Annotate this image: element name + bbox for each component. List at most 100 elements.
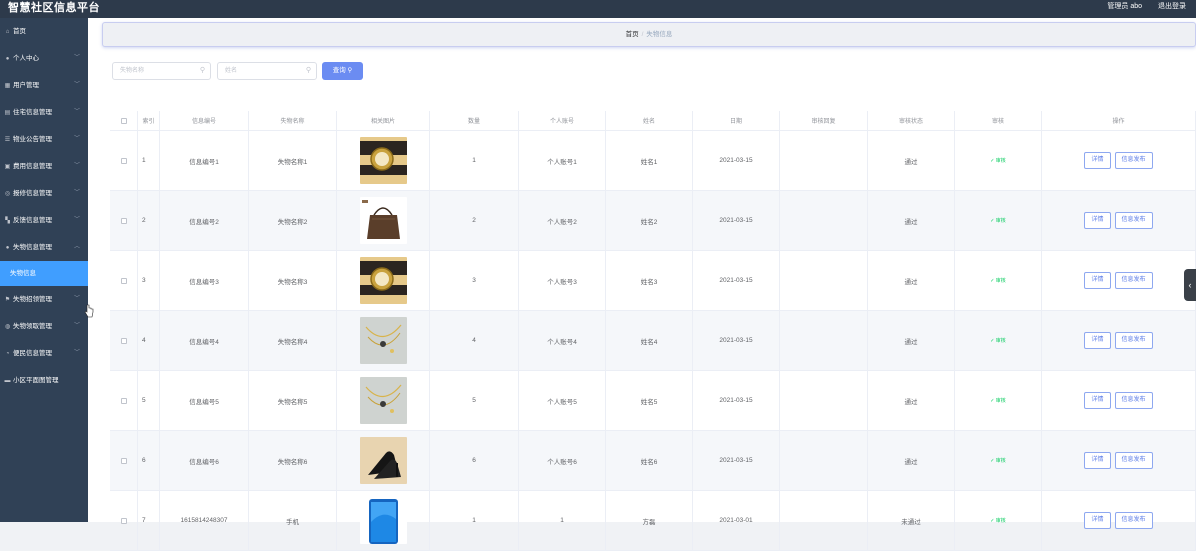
audit-link[interactable]: ✓ 审核: [990, 397, 1006, 404]
checkbox-cell[interactable]: [110, 251, 138, 310]
sidebar-item-3[interactable]: ▤ 住宅信息管理 ﹀: [0, 99, 88, 126]
users-icon: ▦: [4, 83, 11, 89]
table-row: 2 信息编号2 失物名称2 2 个人账号2 姓名2 2021-03-15 通过 ✓ 审核 详情 信息…: [110, 191, 1196, 251]
code-cell: 信息编号4: [160, 311, 249, 370]
status-cell: 通过: [868, 251, 955, 310]
person-cell: 姓名3: [606, 251, 693, 310]
row-checkbox[interactable]: [120, 157, 127, 164]
check-icon: ✓: [990, 158, 995, 164]
audit-cell: ✓ 审核: [955, 371, 1042, 430]
row-checkbox[interactable]: [120, 517, 127, 524]
name-cell: 失物名称2: [249, 191, 337, 250]
actions-cell: 详情 信息发布: [1042, 491, 1196, 550]
lost-icon: ●: [5, 245, 10, 251]
checkbox-cell[interactable]: [110, 491, 138, 550]
breadcrumb-home[interactable]: 首页: [626, 31, 639, 38]
detail-button[interactable]: 详情: [1084, 512, 1111, 529]
audit-link[interactable]: ✓ 审核: [990, 157, 1006, 164]
actions-cell: 详情 信息发布: [1042, 311, 1196, 370]
publish-button[interactable]: 信息发布: [1114, 212, 1153, 229]
name-cell: 失物名称6: [249, 431, 337, 490]
qty-cell: 1: [430, 491, 519, 550]
item-image: [359, 497, 407, 544]
audit-link[interactable]: ✓ 审核: [990, 337, 1006, 344]
sidebar-item-7[interactable]: ▚ 反馈信息管理 ﹀: [0, 207, 88, 234]
check-icon: ✓: [990, 398, 995, 404]
sidebar-item-1[interactable]: ● 个人中心 ﹀: [0, 45, 88, 72]
sidebar-item-2[interactable]: ▦ 用户管理 ﹀: [0, 72, 88, 99]
publish-button[interactable]: 信息发布: [1114, 512, 1153, 529]
sidebar-item-0[interactable]: ⌂ 首页: [0, 18, 88, 45]
sidebar-item-11[interactable]: ◔ 便民信息管理 ﹀: [0, 340, 88, 367]
publish-button[interactable]: 信息发布: [1114, 452, 1153, 469]
person-cell: 方磊: [606, 491, 693, 550]
user-icon: ●: [5, 56, 10, 62]
publish-button[interactable]: 信息发布: [1114, 152, 1153, 169]
search-button[interactable]: 查询 ⚲: [322, 62, 363, 80]
index-cell: 2: [138, 191, 160, 250]
sidebar-item-5[interactable]: ▣ 费用信息管理 ﹀: [0, 153, 88, 180]
audit-link[interactable]: ✓ 审核: [990, 517, 1006, 524]
row-checkbox[interactable]: [120, 457, 127, 464]
audit-link[interactable]: ✓ 审核: [990, 217, 1006, 224]
detail-button[interactable]: 详情: [1084, 212, 1111, 229]
detail-button[interactable]: 详情: [1084, 152, 1111, 169]
publish-button[interactable]: 信息发布: [1114, 272, 1153, 289]
row-checkbox[interactable]: [120, 277, 127, 284]
checkbox-cell[interactable]: [110, 371, 138, 430]
row-checkbox[interactable]: [120, 217, 127, 224]
checkbox-cell[interactable]: [110, 131, 138, 190]
audit-link[interactable]: ✓ 审核: [990, 457, 1006, 464]
reply-cell: [780, 431, 868, 490]
lost-item-name-field[interactable]: ⚲: [112, 62, 211, 80]
sidebar-item-4[interactable]: ☰ 物业公告管理 ﹀: [0, 126, 88, 153]
sidebar-item-6[interactable]: ◎ 报修信息管理 ﹀: [0, 180, 88, 207]
checkbox-cell[interactable]: [110, 431, 138, 490]
sidebar-subitem-0[interactable]: 失物信息: [0, 261, 88, 286]
select-all-checkbox[interactable]: [110, 111, 138, 130]
check-icon: ✓: [990, 518, 995, 524]
audit-cell: ✓ 审核: [955, 431, 1042, 490]
sidebar-item-8[interactable]: ● 失物信息管理 ︿: [0, 234, 88, 261]
current-user[interactable]: 管理员 abo: [1107, 1, 1142, 11]
person-name-input[interactable]: [218, 63, 298, 79]
detail-button[interactable]: 详情: [1084, 452, 1111, 469]
detail-button[interactable]: 详情: [1084, 332, 1111, 349]
checkbox-cell[interactable]: [110, 311, 138, 370]
sidebar-item-12[interactable]: ▬ 小区平面图管理: [0, 367, 88, 394]
reply-cell: [780, 371, 868, 430]
flag-icon: ⚑: [4, 297, 11, 303]
audit-link[interactable]: ✓ 审核: [990, 277, 1006, 284]
app-title: 智慧社区信息平台: [8, 2, 100, 14]
claim-icon: ◍: [4, 324, 11, 330]
date-cell: 2021-03-15: [693, 371, 780, 430]
publish-button[interactable]: 信息发布: [1114, 392, 1153, 409]
detail-button[interactable]: 详情: [1084, 272, 1111, 289]
column-header: 索引: [138, 111, 160, 130]
item-image: [359, 317, 407, 364]
lost-item-name-input[interactable]: [113, 63, 193, 79]
sidebar-item-label: 小区平面图管理: [13, 377, 59, 384]
chevron-down-icon: ﹀: [73, 323, 80, 329]
qty-cell: 3: [430, 251, 519, 310]
table-row: 6 信息编号6 失物名称6 6 个人账号6 姓名6 2021-03-15 通过 ✓ 审核 详情 信息…: [110, 431, 1196, 491]
sidebar-item-10[interactable]: ◍ 失物领取管理 ﹀: [0, 313, 88, 340]
row-checkbox[interactable]: [120, 397, 127, 404]
row-checkbox[interactable]: [120, 337, 127, 344]
image-cell: [337, 131, 430, 190]
image-cell: [337, 491, 430, 550]
code-cell: 信息编号5: [160, 371, 249, 430]
checkbox-cell[interactable]: [110, 191, 138, 250]
audit-cell: ✓ 审核: [955, 311, 1042, 370]
audit-label: 审核: [995, 278, 1006, 284]
status-cell: 通过: [868, 191, 955, 250]
publish-button[interactable]: 信息发布: [1114, 332, 1153, 349]
person-name-field[interactable]: ⚲: [217, 62, 317, 80]
checkbox[interactable]: [120, 117, 127, 124]
collapse-panel-button[interactable]: ‹: [1184, 269, 1196, 301]
sidebar-item-9[interactable]: ⚑ 失物招领管理 ﹀: [0, 286, 88, 313]
house-icon: ▤: [4, 110, 11, 116]
detail-button[interactable]: 详情: [1084, 392, 1111, 409]
top-bar: 智慧社区信息平台 管理员 abo 退出登录: [0, 0, 1196, 18]
logout-link[interactable]: 退出登录: [1158, 1, 1186, 11]
